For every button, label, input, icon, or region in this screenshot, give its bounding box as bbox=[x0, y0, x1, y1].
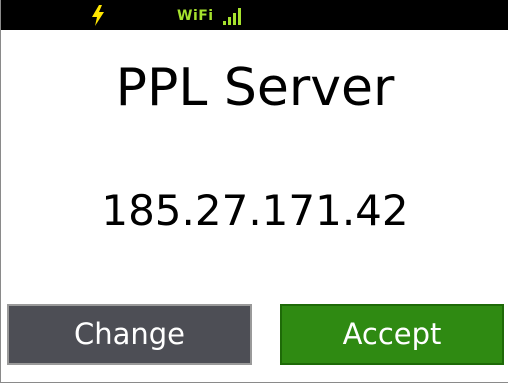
device-screen: WiFi PPL Server 185.27.171.42 Change Acc… bbox=[0, 0, 508, 383]
accept-button[interactable]: Accept bbox=[280, 304, 504, 365]
change-button[interactable]: Change bbox=[7, 304, 252, 365]
lightning-bolt-icon bbox=[92, 5, 104, 26]
wifi-label: WiFi bbox=[177, 8, 214, 24]
server-address: 185.27.171.42 bbox=[101, 186, 409, 235]
signal-bars-icon bbox=[223, 8, 241, 25]
status-bar: WiFi bbox=[1, 0, 508, 30]
page-title: PPL Server bbox=[115, 58, 395, 118]
